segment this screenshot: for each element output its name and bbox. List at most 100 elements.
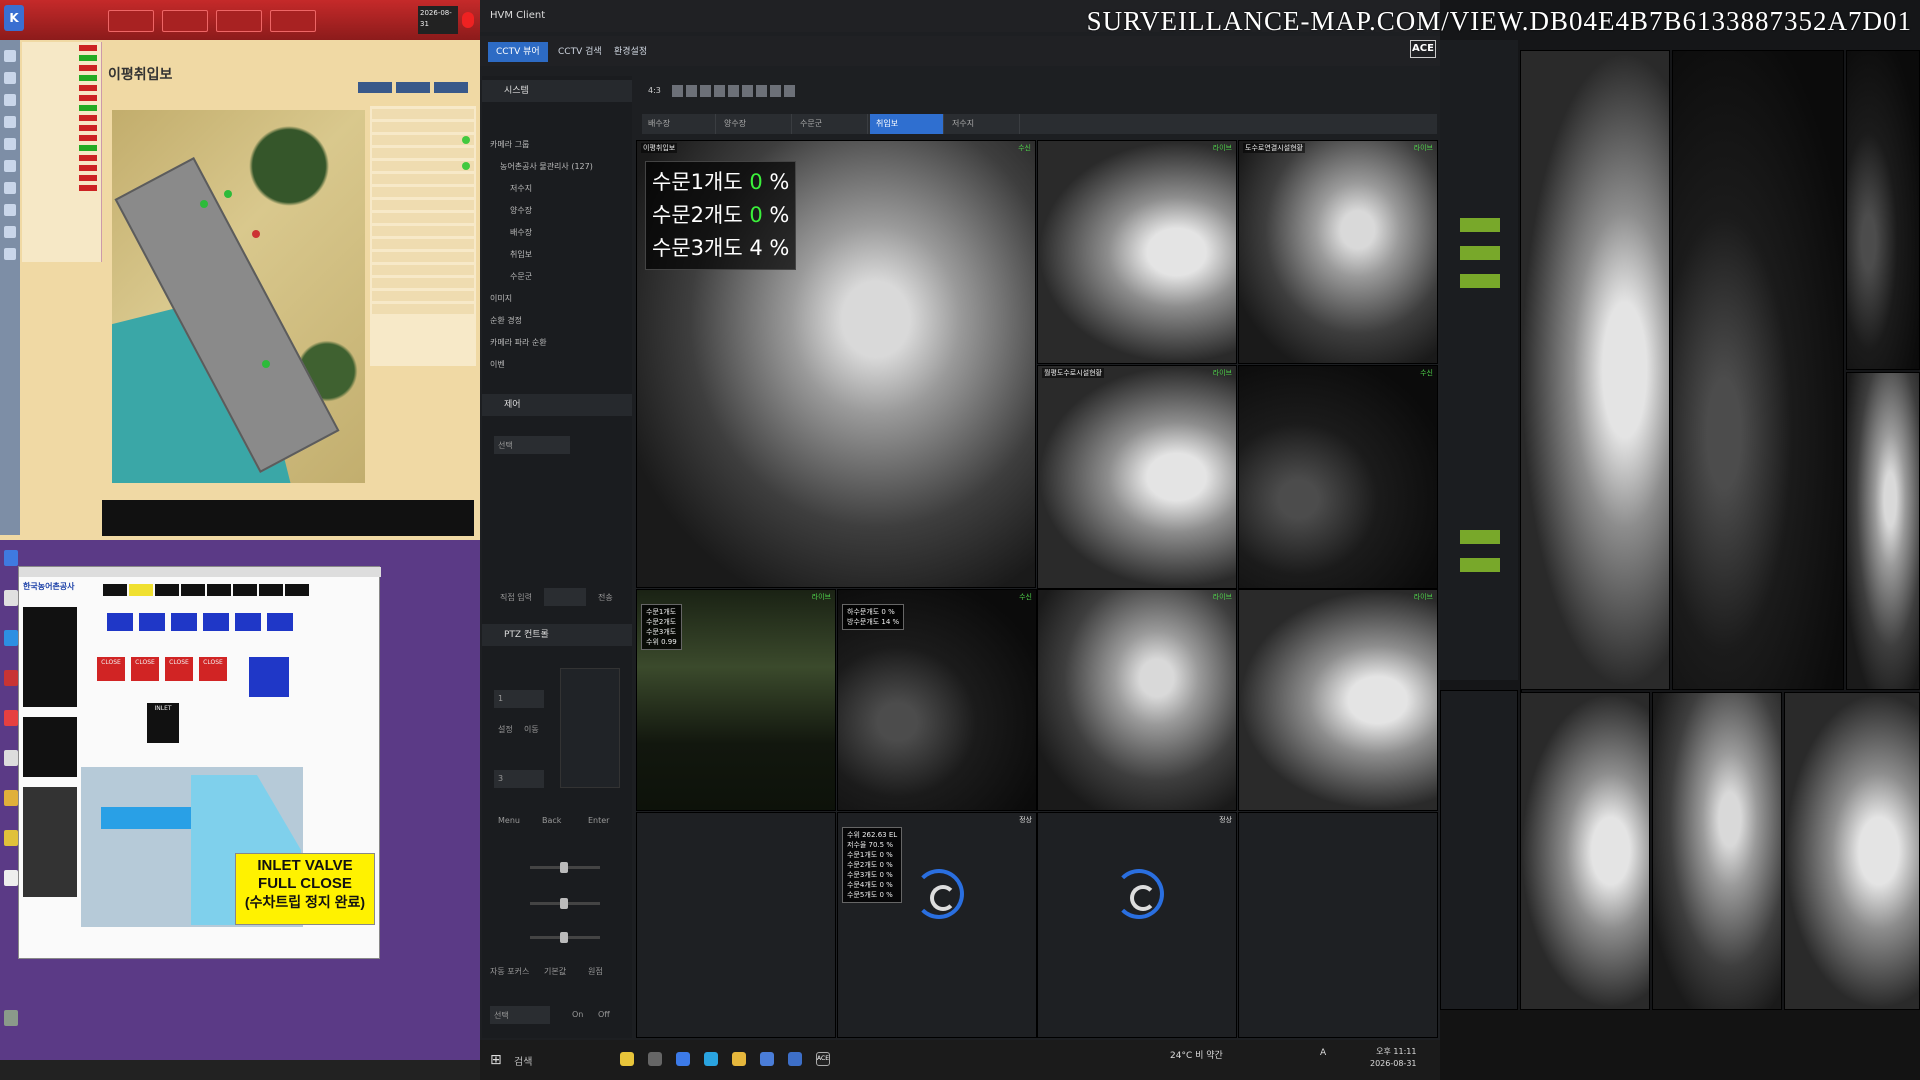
view-tab[interactable] [434,82,468,93]
tag-row[interactable] [24,184,99,192]
camera-list-item[interactable] [1460,218,1500,232]
view-tab[interactable] [396,82,430,93]
ptz-preset-select[interactable]: 3 [494,770,544,788]
camera-feed[interactable]: 월평도수로시설현황 라이브 [1037,365,1237,589]
taskbar-app-icon[interactable] [732,1052,746,1066]
layout-icon[interactable] [714,85,725,97]
content-tab[interactable]: 저수지 [946,114,1020,134]
nav-tab[interactable] [233,584,257,596]
camera-feed[interactable]: 라이브 [1037,589,1237,811]
camera-feed[interactable]: 라이브 [1238,589,1438,811]
auto-focus-button[interactable]: 자동 포커스 [490,966,529,977]
desktop-icon[interactable] [4,830,18,846]
nav-tab[interactable] [103,584,127,596]
camera-feed[interactable] [1846,50,1920,370]
nav-icon[interactable] [4,160,16,172]
nav-icon[interactable] [4,226,16,238]
taskbar-app-icon[interactable] [760,1052,774,1066]
camera-list-item[interactable] [1460,302,1500,316]
bottom-select[interactable]: 선택 [490,1006,550,1024]
camera-list-item[interactable] [1460,358,1500,372]
tree-item[interactable]: 수문군 [490,266,593,288]
tree-item[interactable]: 순환 경정 [490,310,593,332]
tree-item[interactable]: 농어촌공사 물관리사 (127) [490,156,593,178]
taskbar-ace-icon[interactable]: ACE [816,1052,830,1066]
camera-list-item[interactable] [1460,160,1500,174]
taskbar-app-icon[interactable] [620,1052,634,1066]
ptz-move-button[interactable]: 이동 [524,724,539,735]
topbar-button-2[interactable] [162,10,208,32]
desktop-icon[interactable] [4,550,18,566]
content-tab[interactable]: 양수장 [718,114,792,134]
slider-thumb[interactable] [560,862,568,873]
tree-item[interactable]: 취입보 [490,244,593,266]
taskbar-app-icon[interactable] [676,1052,690,1066]
weather-widget[interactable]: 24°C 비 약간 [1170,1048,1223,1061]
desktop-icon[interactable] [4,1010,18,1026]
zoom-slider[interactable] [530,862,600,873]
camera-slot-empty[interactable] [1238,812,1438,1038]
desktop-icon[interactable] [4,870,18,886]
nav-tab[interactable] [181,584,205,596]
tree-item[interactable]: 배수장 [490,222,593,244]
tag-row[interactable] [24,84,99,92]
ptz-speed-select[interactable]: 1 [494,690,544,708]
content-tab[interactable]: 배수장 [642,114,716,134]
view-tab[interactable] [358,82,392,93]
tag-row[interactable] [24,174,99,182]
tag-row[interactable] [24,124,99,132]
camera-list-item[interactable] [1460,386,1500,400]
camera-feed[interactable] [1520,692,1650,1010]
gate-marker[interactable] [262,360,270,368]
ptz-set-button[interactable]: 설정 [498,724,513,735]
camera-feed[interactable] [1652,692,1782,1010]
desktop-icon[interactable] [4,750,18,766]
content-tab-active[interactable]: 취입보 [870,114,944,134]
ptz-direction-pad[interactable] [560,668,620,788]
layout-icon[interactable] [742,85,753,97]
camera-list-item[interactable] [1460,414,1500,428]
tree-item[interactable]: 저수지 [490,178,593,200]
layout-icon[interactable] [784,85,795,97]
camera-feed[interactable] [1846,372,1920,690]
camera-feed[interactable]: 라이브 수문1개도 수문2개도 수문3개도 수위 0.99 [636,589,836,811]
nav-icon[interactable] [4,116,16,128]
tag-row[interactable] [24,114,99,122]
camera-slot-empty[interactable] [636,812,836,1038]
tree-item[interactable]: 이벤 [490,354,593,376]
control-select[interactable]: 선택 [494,436,570,454]
tab-cctv-search[interactable]: CCTV 검색 [550,42,610,62]
nav-tab[interactable] [129,584,153,596]
camera-list-item[interactable] [1460,330,1500,344]
taskbar-app-icon[interactable] [788,1052,802,1066]
camera-feed-main[interactable]: 이평취입보 수신 수문1개도 0 % 수문2개도 0 % 수문3개도 4 % [636,140,1036,588]
tree-item[interactable]: 카메라 파라 순환 [490,332,593,354]
camera-list-item[interactable] [1460,530,1500,544]
focus-slider[interactable] [530,898,600,909]
close-icon[interactable] [462,12,474,28]
tag-row[interactable] [24,64,99,72]
tag-row[interactable] [24,44,99,52]
origin-button[interactable]: 원점 [588,966,603,977]
tag-row[interactable] [24,54,99,62]
control-header[interactable]: 제어 [482,394,632,416]
ace-button[interactable]: ACE [1410,40,1436,58]
camera-feed[interactable]: 도수로연결시설현황 라이브 [1238,140,1438,364]
tag-row[interactable] [24,144,99,152]
camera-feed[interactable]: 수신 하수문개도 0 % 방수문개도 14 % [837,589,1037,811]
nav-icon[interactable] [4,72,16,84]
camera-list-item[interactable] [1460,442,1500,456]
camera-feed-loading[interactable]: 정상 수위 262.63 EL 저수율 70.5 % 수문1개도 0 % 수문2개도 … [837,812,1037,1038]
taskbar-clock[interactable]: 오후 11:11 2026-08-31 [1370,1046,1417,1070]
taskbar-app-icon[interactable] [704,1052,718,1066]
tree-item[interactable]: 카메라 그룹 [490,134,593,156]
system-header[interactable]: 시스템 [482,80,632,102]
on-button[interactable]: On [572,1010,583,1019]
camera-list-item[interactable] [1460,246,1500,260]
nav-icon[interactable] [4,204,16,216]
camera-feed-tall[interactable] [1672,50,1844,690]
nav-tab[interactable] [155,584,179,596]
menu-button[interactable]: Menu [498,816,520,825]
nav-icon[interactable] [4,50,16,62]
tag-row[interactable] [24,134,99,142]
